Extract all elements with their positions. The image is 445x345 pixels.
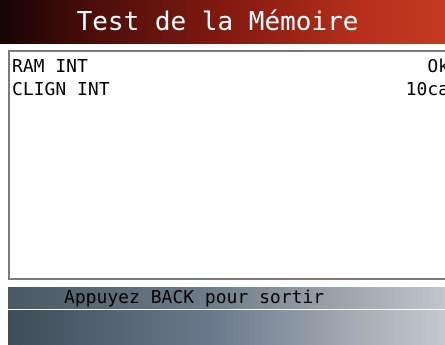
result-row-ram-int: RAM INT Ok xyxy=(12,55,445,78)
screen-title: Test de la Mémoire xyxy=(76,7,359,37)
bottom-status-area xyxy=(8,310,445,345)
result-label: RAM INT xyxy=(12,56,88,77)
back-hint: Appuyez BACK pour sortir xyxy=(64,287,325,308)
result-row-clign-int: CLIGN INT 10ca xyxy=(12,78,445,101)
result-value: Ok xyxy=(427,56,445,77)
result-label: CLIGN INT xyxy=(12,79,110,100)
memory-test-screen: Test de la Mémoire RAM INT Ok CLIGN INT … xyxy=(0,0,445,345)
title-bar: Test de la Mémoire xyxy=(0,0,445,44)
results-list: RAM INT Ok CLIGN INT 10ca xyxy=(12,55,445,101)
result-value: 10ca xyxy=(405,79,445,100)
results-panel: RAM INT Ok CLIGN INT 10ca xyxy=(8,50,445,280)
footer-hint-bar: Appuyez BACK pour sortir xyxy=(8,287,445,309)
